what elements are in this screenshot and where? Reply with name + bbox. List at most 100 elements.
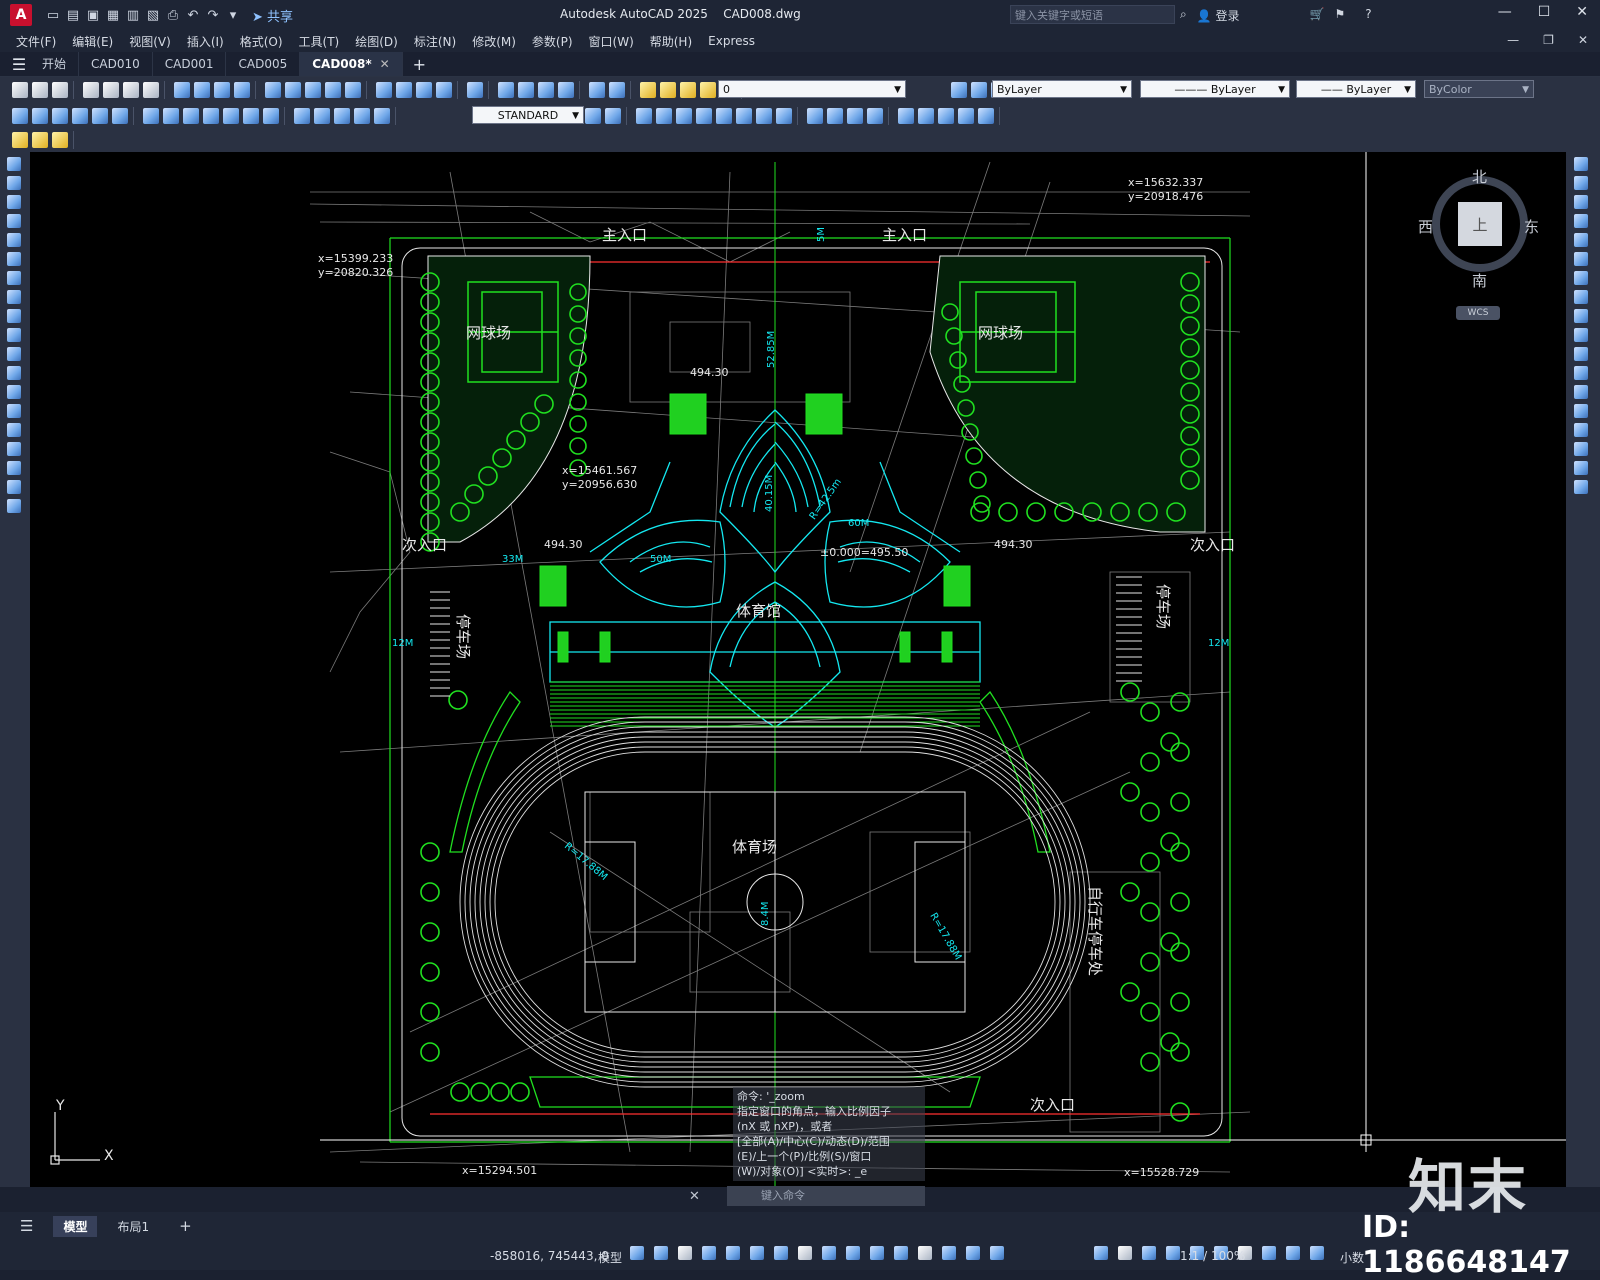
print-icon[interactable]: ⎙ [166, 8, 180, 23]
rightbar-tool-icon[interactable] [1574, 252, 1588, 266]
viewcube-south[interactable]: 南 [1472, 270, 1487, 291]
close-icon[interactable]: ✕ [1576, 4, 1588, 20]
menu-item-2[interactable]: 视图(V) [129, 33, 171, 50]
tb2-tool-icon[interactable] [374, 107, 390, 124]
menu-hamburger-icon[interactable]: ☰ [8, 55, 30, 74]
status-toggle-icon[interactable] [894, 1246, 908, 1260]
tb1-tool-icon[interactable] [143, 82, 159, 98]
menu-item-4[interactable]: 格式(O) [240, 33, 283, 50]
tab-model[interactable]: 模型 [53, 1215, 98, 1237]
tb2-tool-icon[interactable] [938, 107, 954, 124]
rightbar-tool-icon[interactable] [1574, 461, 1588, 475]
tb2-tool-icon[interactable] [32, 107, 48, 124]
rightbar-tool-icon[interactable] [1574, 347, 1588, 361]
leftbar-tool-icon[interactable] [7, 271, 21, 285]
search-icon[interactable]: ⌕ [1180, 7, 1187, 24]
lineweight-dropdown[interactable]: —— ByLayer ▼ [1296, 80, 1416, 98]
account-icon[interactable]: ⚑ [1334, 7, 1345, 24]
tb2-tool-icon[interactable] [294, 107, 310, 124]
leftbar-tool-icon[interactable] [7, 252, 21, 266]
tb1-tool-icon[interactable] [194, 82, 210, 98]
tb1-tool-icon[interactable] [265, 82, 281, 98]
redo-icon[interactable]: ↷ [206, 8, 220, 23]
tb3-tool-icon[interactable] [32, 132, 48, 148]
status-toggle-icon[interactable] [1166, 1246, 1180, 1260]
cart-icon[interactable]: 🛒 [1310, 7, 1325, 24]
rightbar-tool-icon[interactable] [1574, 366, 1588, 380]
rightbar-tool-icon[interactable] [1574, 480, 1588, 494]
tb2-tool-icon[interactable] [243, 107, 259, 124]
tb1-tool-icon[interactable] [467, 82, 483, 98]
new-file-icon[interactable]: ▭ [46, 8, 60, 23]
status-toggle-icon[interactable] [702, 1246, 716, 1260]
help-icon[interactable]: ? [1365, 7, 1371, 24]
file-tab-2[interactable]: CAD001 [153, 52, 227, 76]
leftbar-tool-icon[interactable] [7, 176, 21, 190]
tb2-tool-icon[interactable] [898, 107, 914, 124]
rightbar-tool-icon[interactable] [1574, 290, 1588, 304]
tb1-tool-icon[interactable] [518, 82, 534, 98]
tb1-tool-icon[interactable] [103, 82, 119, 98]
tb2-tool-icon[interactable] [12, 107, 28, 124]
cursor-coordinates[interactable]: -858016, 745443, 0 [490, 1249, 609, 1263]
units-setting[interactable]: 小数 [1340, 1249, 1364, 1266]
tb1-tool-icon[interactable] [83, 82, 99, 98]
layer-dropdown[interactable]: 0 ▼ [718, 80, 906, 98]
tb2-tool-icon[interactable] [656, 107, 672, 124]
leftbar-tool-icon[interactable] [7, 442, 21, 456]
search-input[interactable]: 键入关键字或短语 [1010, 5, 1175, 24]
rightbar-tool-icon[interactable] [1574, 404, 1588, 418]
tb1-tool-icon[interactable] [52, 82, 68, 98]
status-toggle-icon[interactable] [630, 1246, 644, 1260]
leftbar-tool-icon[interactable] [7, 461, 21, 475]
user-icon[interactable]: 👤 登录 [1197, 7, 1240, 24]
tb2-tool-icon[interactable] [807, 107, 823, 124]
add-layout-icon[interactable]: + [169, 1215, 202, 1237]
command-close-icon[interactable]: ✕ [689, 1189, 700, 1204]
status-toggle-icon[interactable] [1310, 1246, 1324, 1260]
leftbar-tool-icon[interactable] [7, 233, 21, 247]
tb2-tool-icon[interactable] [585, 107, 601, 124]
tb1-tool-icon[interactable] [345, 82, 361, 98]
status-toggle-icon[interactable] [1262, 1246, 1276, 1260]
tb1-tool-icon[interactable] [305, 82, 321, 98]
status-toggle-icon[interactable] [678, 1246, 692, 1260]
save-icon[interactable]: ▣ [86, 8, 100, 23]
open-file-icon[interactable]: ▤ [66, 8, 80, 23]
tb1-tool-icon[interactable] [285, 82, 301, 98]
menu-item-1[interactable]: 编辑(E) [72, 33, 113, 50]
leftbar-tool-icon[interactable] [7, 309, 21, 323]
menu-item-11[interactable]: 帮助(H) [650, 33, 692, 50]
color-dropdown[interactable]: ByLayer ▼ [992, 80, 1132, 98]
menu-item-8[interactable]: 修改(M) [472, 33, 516, 50]
maximize-icon[interactable]: ☐ [1538, 4, 1551, 20]
tb2-tool-icon[interactable] [263, 107, 279, 124]
close-tab-icon[interactable]: ✕ [380, 57, 390, 71]
tb2-tool-icon[interactable] [203, 107, 219, 124]
leftbar-tool-icon[interactable] [7, 157, 21, 171]
status-toggle-icon[interactable] [726, 1246, 740, 1260]
rightbar-tool-icon[interactable] [1574, 233, 1588, 247]
viewcube[interactable]: 上 北 南 东 西 WCS [1418, 168, 1540, 320]
status-toggle-icon[interactable] [822, 1246, 836, 1260]
tb2-tool-icon[interactable] [716, 107, 732, 124]
tb2-tool-icon[interactable] [223, 107, 239, 124]
tb2-tool-icon[interactable] [696, 107, 712, 124]
leftbar-tool-icon[interactable] [7, 423, 21, 437]
drawing-canvas[interactable]: Y X 主入口 主入口 次入口 次入口 次入口 网球场 网球场 体育馆 体育场 … [30, 152, 1566, 1187]
tb2-tool-icon[interactable] [958, 107, 974, 124]
leftbar-tool-icon[interactable] [7, 404, 21, 418]
viewcube-east[interactable]: 东 [1524, 216, 1539, 237]
rightbar-tool-icon[interactable] [1574, 328, 1588, 342]
status-toggle-icon[interactable] [1286, 1246, 1300, 1260]
tb1-tool-icon[interactable] [174, 82, 190, 98]
tb1-tool-icon[interactable] [498, 82, 514, 98]
status-toggle-icon[interactable] [918, 1246, 932, 1260]
tb2-tool-icon[interactable] [52, 107, 68, 124]
file-tab-4[interactable]: CAD008* ✕ [300, 52, 403, 76]
leftbar-tool-icon[interactable] [7, 366, 21, 380]
linetype-dropdown[interactable]: ——— ByLayer ▼ [1140, 80, 1290, 98]
leftbar-tool-icon[interactable] [7, 328, 21, 342]
tb2-tool-icon[interactable] [112, 107, 128, 124]
menu-item-0[interactable]: 文件(F) [16, 33, 56, 50]
